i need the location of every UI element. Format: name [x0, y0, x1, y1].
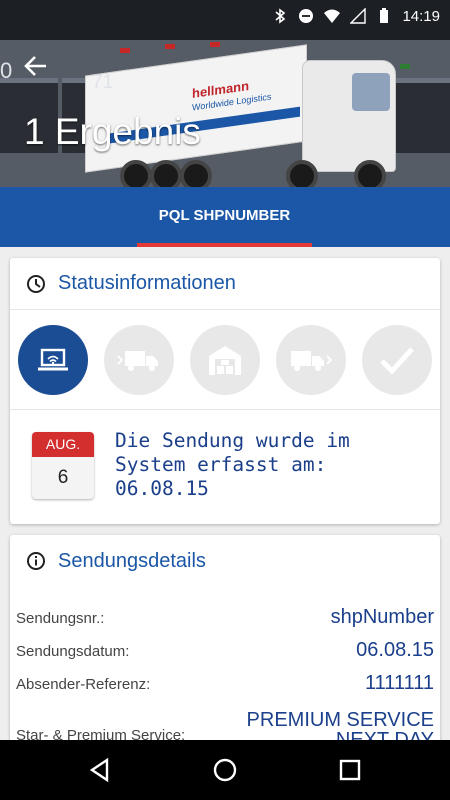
background-dock-number: 71	[92, 72, 114, 93]
calendar-badge: AUG. 6	[32, 431, 94, 499]
status-card-title: Statusinformationen	[58, 272, 236, 294]
detail-value: 06.08.15	[356, 639, 434, 661]
detail-label: Absender-Referenz:	[16, 676, 151, 693]
checkmark-icon	[380, 346, 414, 375]
step-delivered	[362, 324, 432, 395]
detail-row-shipment-date: Sendungsdatum: 06.08.15	[16, 640, 434, 673]
status-time: 14:19	[402, 7, 440, 25]
truck-wheel	[150, 160, 182, 187]
tab-pql-shpnumber[interactable]: PQL SHPNUMBER	[137, 187, 312, 247]
dock-light	[210, 42, 220, 47]
truck-wheel	[180, 160, 212, 187]
detail-label: Sendungsdatum:	[16, 643, 130, 660]
laptop-wifi-icon	[38, 348, 68, 370]
detail-value: 1111111	[365, 672, 434, 694]
status-steps	[10, 310, 440, 410]
calendar-day: 6	[57, 466, 69, 488]
truck-wheel	[286, 160, 318, 187]
details-list: Sendungsnr.: shpNumber Sendungsdatum: 06…	[10, 607, 440, 754]
step-pickup	[104, 324, 174, 395]
details-card-title: Sendungsdetails	[58, 549, 206, 572]
signal-icon	[350, 8, 367, 24]
dock-light	[400, 64, 410, 69]
status-card: Statusinformationen AUG. 6 Die Sendung w…	[10, 258, 440, 524]
status-message-line: System erfasst am: 06.08.15	[115, 453, 327, 500]
nav-back-icon[interactable]	[87, 757, 113, 783]
detail-row-shipment-number: Sendungsnr.: shpNumber	[16, 607, 434, 640]
battery-icon	[380, 8, 389, 23]
do-not-disturb-icon	[299, 9, 314, 23]
status-message-row: AUG. 6 Die Sendung wurde im System erfas…	[10, 410, 440, 520]
step-warehouse	[190, 324, 260, 395]
status-card-header: Statusinformationen	[10, 258, 440, 310]
system-nav-bar	[0, 740, 450, 800]
details-card-header: Sendungsdetails	[10, 535, 440, 587]
tab-bar: PQL SHPNUMBER	[0, 187, 450, 247]
detail-value-line: PREMIUM SERVICE	[246, 709, 434, 731]
detail-label: Sendungsnr.:	[16, 610, 105, 627]
calendar-month: AUG.	[32, 431, 94, 457]
truck-pickup-icon	[117, 350, 158, 371]
status-message: Die Sendung wurde im System erfasst am: …	[115, 429, 415, 501]
clock-icon	[27, 274, 45, 293]
truck-delivery-icon	[291, 350, 333, 371]
detail-row-sender-reference: Absender-Referenz: 1111111	[16, 673, 434, 706]
bluetooth-icon	[275, 8, 286, 24]
header-hero: hellmann Worldwide Logistics 0 71 14:19 …	[0, 0, 450, 187]
wifi-icon	[324, 9, 341, 23]
status-bar: 14:19	[0, 0, 450, 32]
back-arrow-icon[interactable]	[22, 52, 50, 80]
details-card: Sendungsdetails Sendungsnr.: shpNumber S…	[10, 535, 440, 750]
truck-wheel	[354, 160, 386, 187]
page-title: 1 Ergebnis	[24, 111, 201, 152]
nav-recents-icon[interactable]	[337, 757, 363, 783]
status-message-line: Die Sendung wurde im	[115, 429, 350, 452]
warehouse-icon	[209, 345, 241, 375]
background-dock-number: 0	[0, 58, 13, 83]
detail-value: shpNumber	[330, 606, 434, 628]
nav-home-icon[interactable]	[212, 757, 238, 783]
info-icon	[27, 552, 45, 570]
dock-light	[165, 44, 175, 49]
truck-window	[352, 73, 390, 111]
loading-dock	[395, 78, 450, 153]
step-delivery	[276, 324, 346, 395]
dock-light	[120, 48, 130, 53]
step-registered	[18, 324, 88, 395]
truck-wheel	[120, 160, 152, 187]
